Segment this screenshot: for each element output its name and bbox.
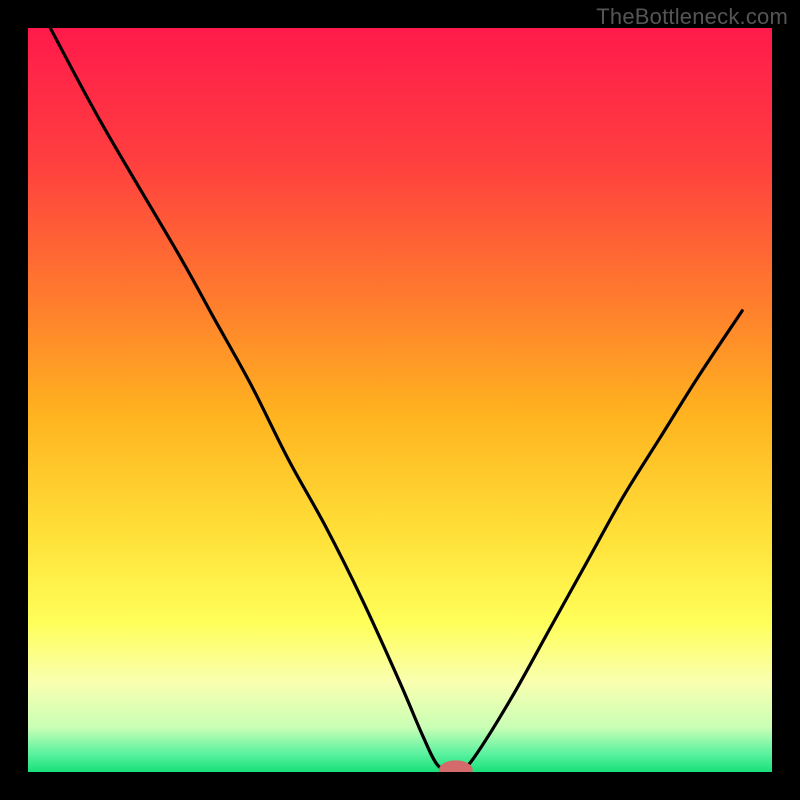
gradient-background [28, 28, 772, 772]
bottleneck-chart [0, 0, 800, 800]
watermark-label: TheBottleneck.com [596, 4, 788, 30]
chart-frame: TheBottleneck.com [0, 0, 800, 800]
optimum-marker [439, 761, 472, 779]
